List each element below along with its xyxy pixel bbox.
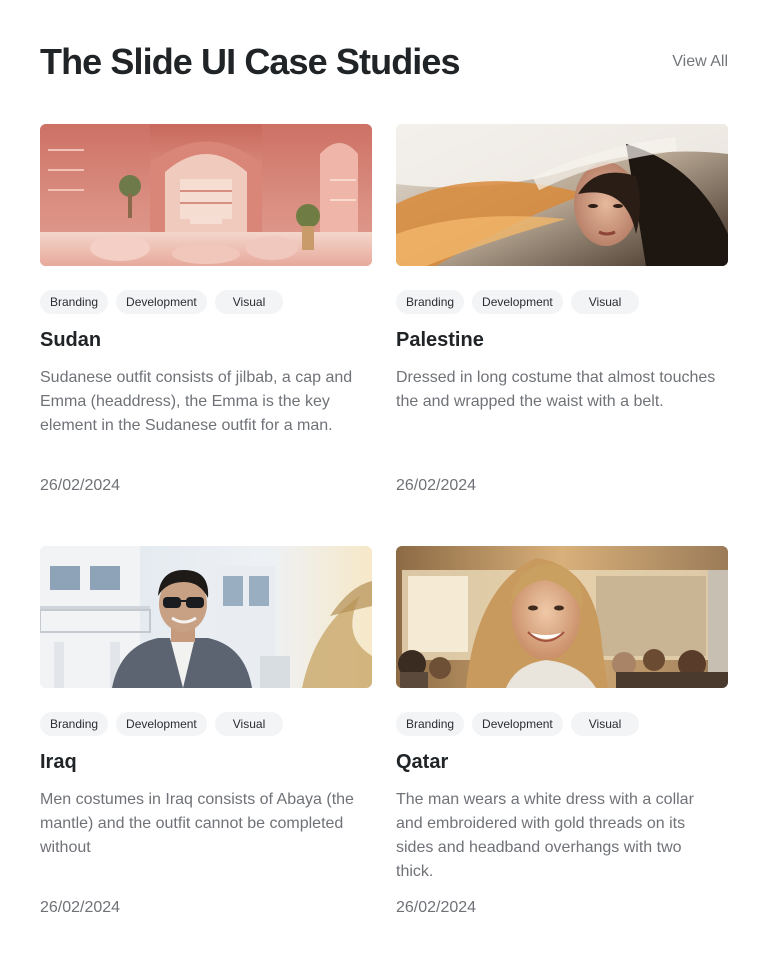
tag-visual[interactable]: Visual bbox=[214, 290, 284, 314]
card-title[interactable]: Iraq bbox=[40, 750, 77, 774]
card-title[interactable]: Sudan bbox=[40, 328, 101, 352]
case-study-image-palestine[interactable] bbox=[396, 124, 728, 266]
case-study-card-palestine[interactable]: Branding Development Visual Palestine Dr… bbox=[396, 124, 728, 494]
card-date: 26/02/2024 bbox=[396, 899, 477, 916]
card-title[interactable]: Qatar bbox=[396, 750, 448, 774]
card-description: Dressed in long costume that almost touc… bbox=[396, 369, 716, 410]
tag-branding[interactable]: Branding bbox=[40, 290, 109, 314]
case-study-card-qatar[interactable]: Branding Development Visual Qatar The ma… bbox=[396, 546, 728, 916]
tag-development[interactable]: Development bbox=[472, 290, 563, 314]
smiling-woman-classroom-image bbox=[396, 546, 728, 688]
tag-visual[interactable]: Visual bbox=[214, 712, 284, 736]
tag-development[interactable]: Development bbox=[472, 712, 563, 736]
view-all-link[interactable]: View All bbox=[672, 52, 728, 72]
tag-branding[interactable]: Branding bbox=[396, 290, 465, 314]
case-study-card-iraq[interactable]: Branding Development Visual Iraq Men cos… bbox=[40, 546, 372, 916]
card-description: Men costumes in Iraq consists of Abaya (… bbox=[40, 791, 354, 856]
card-description: Sudanese outfit consists of jilbab, a ca… bbox=[40, 369, 353, 434]
card-description: The man wears a white dress with a colla… bbox=[396, 791, 694, 880]
page-title: The Slide UI Case Studies bbox=[40, 41, 461, 82]
man-sunglasses-suit-image bbox=[40, 546, 372, 688]
case-studies-page: The Slide UI Case Studies View All Brand… bbox=[0, 0, 768, 960]
tag-visual[interactable]: Visual bbox=[570, 290, 640, 314]
tag-list: Branding Development Visual bbox=[40, 712, 284, 736]
tag-visual[interactable]: Visual bbox=[570, 712, 640, 736]
case-study-image-iraq[interactable] bbox=[40, 546, 372, 688]
section-header: The Slide UI Case Studies View All bbox=[40, 40, 728, 86]
pink-boutique-interior-image bbox=[40, 124, 372, 266]
tag-branding[interactable]: Branding bbox=[396, 712, 465, 736]
case-study-image-qatar[interactable] bbox=[396, 546, 728, 688]
case-study-image-sudan[interactable] bbox=[40, 124, 372, 266]
woman-flowing-hair-image bbox=[396, 124, 728, 266]
card-title[interactable]: Palestine bbox=[396, 328, 484, 352]
tag-development[interactable]: Development bbox=[116, 712, 207, 736]
card-date: 26/02/2024 bbox=[396, 477, 477, 494]
card-date: 26/02/2024 bbox=[40, 477, 121, 494]
tag-branding[interactable]: Branding bbox=[40, 712, 109, 736]
tag-development[interactable]: Development bbox=[116, 290, 207, 314]
tag-list: Branding Development Visual bbox=[396, 290, 640, 314]
case-study-card-sudan[interactable]: Branding Development Visual Sudan Sudane… bbox=[40, 124, 372, 494]
tag-list: Branding Development Visual bbox=[396, 712, 640, 736]
card-date: 26/02/2024 bbox=[40, 899, 121, 916]
tag-list: Branding Development Visual bbox=[40, 290, 284, 314]
